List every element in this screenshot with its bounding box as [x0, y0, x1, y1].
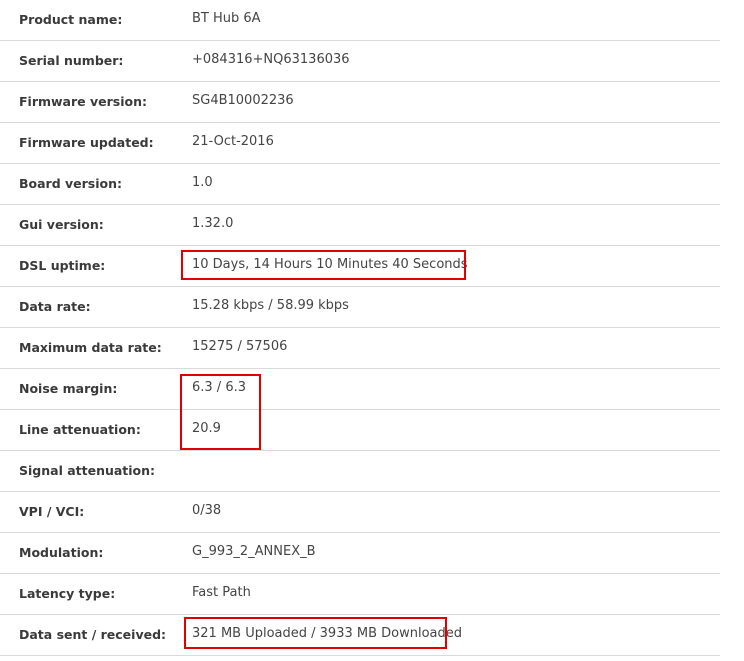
data-sent-received-label: Data sent / received: [19, 627, 167, 642]
latency-type-label: Latency type: [19, 586, 116, 601]
row-modulation: Modulation: G_993_2_ANNEX_B [0, 533, 720, 574]
gui-version-label: Gui version: [19, 217, 104, 232]
serial-number-label: Serial number: [19, 53, 124, 68]
modulation-value: G_993_2_ANNEX_B [192, 544, 316, 559]
row-data-sent-received: Data sent / received: 321 MB Uploaded / … [0, 615, 720, 656]
row-board-version: Board version: 1.0 [0, 164, 720, 205]
firmware-version-label: Firmware version: [19, 94, 147, 109]
data-rate-value: 15.28 kbps / 58.99 kbps [192, 298, 349, 313]
maximum-data-rate-label: Maximum data rate: [19, 340, 162, 355]
maximum-data-rate-value: 15275 / 57506 [192, 339, 288, 354]
board-version-label: Board version: [19, 176, 123, 191]
gui-version-value: 1.32.0 [192, 216, 234, 231]
signal-attenuation-label: Signal attenuation: [19, 463, 156, 478]
firmware-updated-value: 21-Oct-2016 [192, 134, 274, 149]
row-firmware-version: Firmware version: SG4B10002236 [0, 82, 720, 123]
product-name-value: BT Hub 6A [192, 11, 261, 26]
line-attenuation-label: Line attenuation: [19, 422, 141, 437]
dsl-uptime-value: 10 Days, 14 Hours 10 Minutes 40 Seconds [192, 257, 468, 272]
product-name-label: Product name: [19, 12, 123, 27]
firmware-version-value: SG4B10002236 [192, 93, 294, 108]
row-latency-type: Latency type: Fast Path [0, 574, 720, 615]
row-firmware-updated: Firmware updated: 21-Oct-2016 [0, 123, 720, 164]
serial-number-value: +084316+NQ63136036 [192, 52, 350, 67]
row-line-attenuation: Line attenuation: 20.9 [0, 410, 720, 451]
noise-margin-label: Noise margin: [19, 381, 118, 396]
dsl-uptime-label: DSL uptime: [19, 258, 106, 273]
firmware-updated-label: Firmware updated: [19, 135, 154, 150]
noise-margin-value: 6.3 / 6.3 [192, 380, 246, 395]
row-gui-version: Gui version: 1.32.0 [0, 205, 720, 246]
row-serial-number: Serial number: +084316+NQ63136036 [0, 41, 720, 82]
vpi-vci-value: 0/38 [192, 503, 222, 518]
row-signal-attenuation: Signal attenuation: [0, 451, 720, 492]
vpi-vci-label: VPI / VCI: [19, 504, 85, 519]
line-attenuation-value: 20.9 [192, 421, 221, 436]
row-vpi-vci: VPI / VCI: 0/38 [0, 492, 720, 533]
data-sent-received-value: 321 MB Uploaded / 3933 MB Downloaded [192, 626, 463, 641]
data-rate-label: Data rate: [19, 299, 91, 314]
modulation-label: Modulation: [19, 545, 104, 560]
board-version-value: 1.0 [192, 175, 213, 190]
latency-type-value: Fast Path [192, 585, 251, 600]
row-maximum-data-rate: Maximum data rate: 15275 / 57506 [0, 328, 720, 369]
row-dsl-uptime: DSL uptime: 10 Days, 14 Hours 10 Minutes… [0, 246, 720, 287]
row-noise-margin: Noise margin: 6.3 / 6.3 [0, 369, 720, 410]
row-data-rate: Data rate: 15.28 kbps / 58.99 kbps [0, 287, 720, 328]
row-product-name: Product name: BT Hub 6A [0, 0, 720, 41]
